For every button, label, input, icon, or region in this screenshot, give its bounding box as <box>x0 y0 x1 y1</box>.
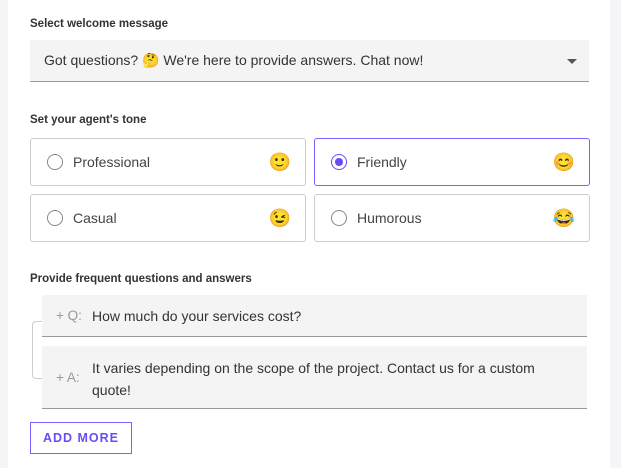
radio-icon[interactable] <box>331 210 347 226</box>
wink-icon: 😉 <box>268 207 291 228</box>
radio-checked-icon[interactable] <box>331 154 347 170</box>
question-text: How much do your services cost? <box>92 308 302 324</box>
smile-icon: 😊 <box>552 151 575 172</box>
question-field[interactable]: + Q: How much do your services cost? <box>42 295 587 337</box>
option-label: Humorous <box>357 210 422 226</box>
slight-smile-icon: 🙂 <box>268 151 291 172</box>
caret-down-icon <box>567 59 577 64</box>
answer-prefix: + A: <box>56 370 80 385</box>
welcome-message-value: Got questions? 🤔 We're here to provide a… <box>44 52 424 68</box>
faq-label: Provide frequent questions and answers <box>30 273 252 285</box>
option-label: Professional <box>73 154 151 170</box>
radio-icon[interactable] <box>47 154 63 170</box>
tone-option-friendly[interactable]: Friendly 😊 <box>314 138 590 186</box>
laughing-icon: 😂 <box>552 207 575 228</box>
add-more-button[interactable]: ADD MORE <box>30 422 132 454</box>
chat-settings-panel: Select welcome message Got questions? 🤔 … <box>8 0 610 468</box>
question-prefix: + Q: <box>56 308 82 323</box>
tone-option-casual[interactable]: Casual 😉 <box>30 194 306 242</box>
answer-field[interactable]: + A: It varies depending on the scope of… <box>42 346 587 409</box>
welcome-label: Select welcome message <box>30 18 169 30</box>
welcome-message-select[interactable]: Got questions? 🤔 We're here to provide a… <box>30 40 589 82</box>
tone-option-humorous[interactable]: Humorous 😂 <box>314 194 590 242</box>
option-label: Casual <box>73 210 117 226</box>
tone-label: Set your agent's tone <box>30 114 147 126</box>
radio-icon[interactable] <box>47 210 63 226</box>
option-label: Friendly <box>357 154 407 170</box>
answer-text: It varies depending on the scope of the … <box>92 360 535 398</box>
tone-option-professional[interactable]: Professional 🙂 <box>30 138 306 186</box>
